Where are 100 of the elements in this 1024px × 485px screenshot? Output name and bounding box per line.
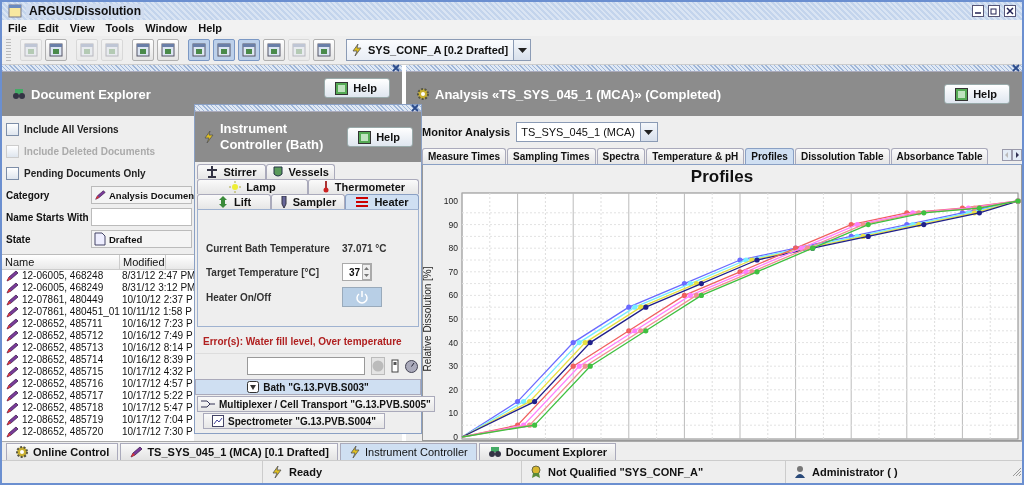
menu-item[interactable]: File <box>8 22 27 34</box>
tab[interactable]: Spectra <box>596 148 646 164</box>
close-icon[interactable] <box>1004 5 1016 17</box>
pen-icon <box>5 342 19 354</box>
tab[interactable]: Measure Times <box>422 148 507 164</box>
help-button[interactable]: Help <box>347 127 413 147</box>
tab[interactable]: Profiles <box>745 148 794 164</box>
pen-icon <box>5 414 19 426</box>
window-tab[interactable]: Online Control <box>6 443 119 460</box>
temperature-spinner[interactable]: 37 <box>342 263 373 281</box>
instrument-tab[interactable]: Bath "G.13.PVB.S003" <box>195 379 421 395</box>
tab[interactable]: Temperature & pH <box>646 148 745 164</box>
close-button[interactable] <box>1010 64 1022 72</box>
tab[interactable]: Vessels <box>265 164 335 179</box>
table-cell-text: 10/16/12 8:39 P <box>121 354 193 366</box>
app-window-icon <box>8 4 22 18</box>
cup-icon <box>271 166 284 178</box>
pen-icon <box>5 354 19 366</box>
restore-icon[interactable] <box>988 5 1000 17</box>
tab[interactable]: Lift <box>197 194 271 209</box>
table-cell-text: 10/17/12 5:22 P <box>121 390 193 402</box>
state-dropdown[interactable]: Drafted <box>91 230 192 248</box>
window-tab[interactable]: TS_SYS_045_1 (MCA) [0.1 Drafted] <box>120 443 338 460</box>
instrument-tab[interactable]: Spectrometer "G.13.PVB.S004" <box>203 413 385 429</box>
menu-item[interactable]: Window <box>145 22 188 34</box>
tab[interactable]: Stirrer <box>197 164 266 179</box>
chart-icon <box>212 415 224 427</box>
tab[interactable]: Dissolution Table <box>794 148 890 164</box>
table-cell: 12-07861, 480449 <box>22 294 104 306</box>
toolbar-button[interactable] <box>45 39 67 61</box>
column-header[interactable]: Modified <box>120 255 166 269</box>
gear-icon <box>15 445 29 459</box>
window-tab[interactable]: Document Explorer <box>478 443 617 460</box>
close-icon <box>411 104 419 112</box>
pen-icon <box>5 294 19 306</box>
table-cell-text: 10/17/12 4:57 P <box>121 378 193 390</box>
help-button[interactable]: Help <box>324 78 390 98</box>
y-axis-label: Relative Dissolution [%] <box>422 266 433 372</box>
table-cell-text: 8/31/12 3:12 PM <box>121 282 194 294</box>
tab[interactable]: Absorbance Table <box>890 148 989 164</box>
table-cell: 12-08652, 485717 <box>22 390 104 402</box>
error-message: Error(s): Water fill level, Over temperature <box>202 335 403 349</box>
instrument-tab[interactable]: Multiplexer / Cell Transport "G.13.PVB.S005" <box>197 396 435 412</box>
toolbar-button[interactable] <box>213 39 235 61</box>
close-button[interactable] <box>390 64 402 72</box>
configuration-dropdown[interactable]: SYS_CONF_A [0.2 Drafted] <box>346 39 532 61</box>
checkbox-option[interactable]: Include All Versions <box>6 118 192 140</box>
tab[interactable]: Thermometer <box>308 179 419 194</box>
tab[interactable]: Sampling Times <box>507 148 596 164</box>
command-input-field[interactable] <box>247 357 365 375</box>
table-cell: 12-08652, 485713 <box>22 342 104 354</box>
minimize-icon[interactable] <box>972 5 984 17</box>
menu-item[interactable]: View <box>69 22 95 34</box>
table-cell-text: 10/11/12 1:58 P <box>121 306 192 318</box>
toolbar-button[interactable] <box>238 39 260 61</box>
window-tab[interactable]: Instrument Controller <box>339 443 477 460</box>
pen-icon <box>5 366 19 378</box>
table-cell: 12-08652, 485719 <box>22 414 104 426</box>
tab[interactable]: Heater <box>345 194 419 209</box>
window-icon <box>105 43 119 57</box>
y-tick-label: 30 <box>448 361 458 372</box>
toolbar-button[interactable] <box>313 39 335 61</box>
menu-item[interactable]: Edit <box>37 22 59 34</box>
toolbar-button[interactable] <box>263 39 285 61</box>
heater-toggle-button[interactable] <box>342 287 382 307</box>
help-button[interactable]: Help <box>944 84 1010 104</box>
window-icon <box>267 43 281 57</box>
field-label: Name Starts With <box>6 211 89 223</box>
table-cell-text: 10/17/12 7:04 P <box>121 414 193 426</box>
menu-item[interactable]: Tools <box>105 22 135 34</box>
table-cell-text: 10/17/12 5:47 P <box>121 402 193 414</box>
toolbar-button[interactable] <box>132 39 154 61</box>
table-cell: 12-08652, 485714 <box>22 354 104 366</box>
pen-icon <box>5 306 19 318</box>
table-cell: 12-06005, 468249 <box>22 282 104 294</box>
close-button[interactable] <box>409 104 421 112</box>
table-cell: 12-08652, 485712 <box>22 330 104 342</box>
y-tick-label: 80 <box>448 243 458 254</box>
gauge-icon <box>405 359 418 373</box>
tab[interactable]: Sampler <box>271 194 345 209</box>
menu-item[interactable]: Help <box>198 22 223 34</box>
category-dropdown[interactable]: Analysis Documen <box>91 186 192 204</box>
window-icon <box>317 43 331 57</box>
window-icon <box>24 43 38 57</box>
toolbar-button[interactable] <box>188 39 210 61</box>
thermometer-icon <box>321 181 330 193</box>
toolbar-button[interactable] <box>157 39 179 61</box>
field-label: Target Temperature [°C] <box>206 266 321 278</box>
name-input-field[interactable] <box>91 208 192 226</box>
chart-title: Profiles <box>690 166 754 188</box>
tab[interactable]: Lamp <box>197 179 308 194</box>
window-icon <box>192 43 206 57</box>
scroll-right-icon[interactable] <box>1012 149 1022 161</box>
checkbox-option[interactable]: Pending Documents Only <box>6 162 192 184</box>
sun-icon <box>229 181 242 193</box>
column-header[interactable]: Name <box>2 255 120 269</box>
qualification-status: Not Qualified "SYS_CONF_A" <box>548 466 704 478</box>
pen-icon <box>5 390 19 402</box>
table-cell-text: 10/10/12 2:37 P <box>121 294 193 306</box>
analysis-dropdown[interactable]: TS_SYS_045_1 (MCA) <box>516 122 658 142</box>
